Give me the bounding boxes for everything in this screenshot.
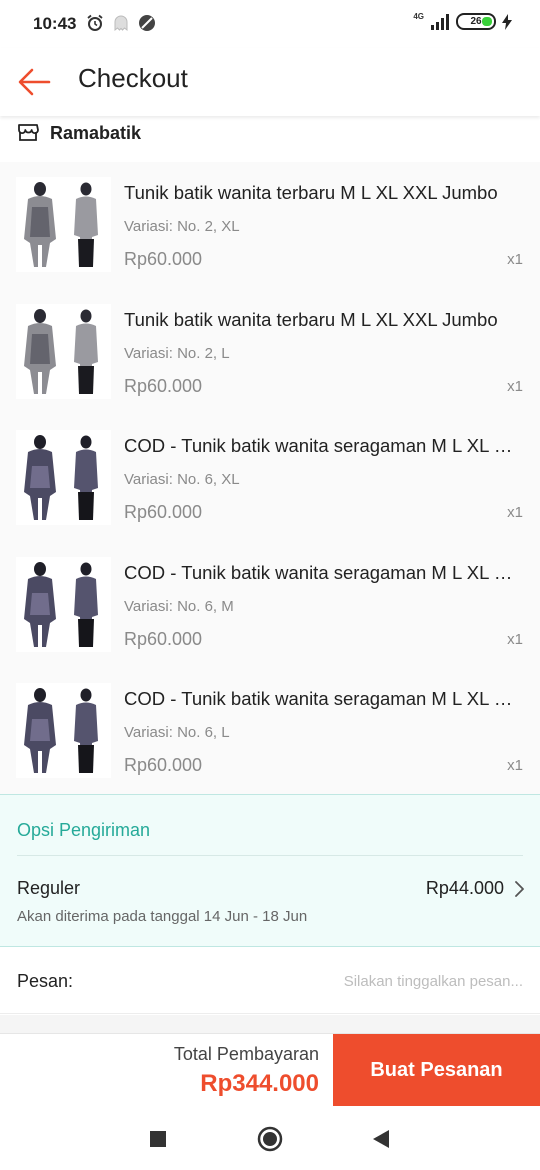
- battery-percent: 26: [470, 16, 482, 27]
- home-button[interactable]: [255, 1124, 285, 1154]
- product-list: Tunik batik wanita terbaru M L XL XXL Ju…: [0, 162, 540, 795]
- arrow-left-icon: [18, 68, 51, 96]
- product-quantity: x1: [507, 377, 523, 395]
- charging-icon: [502, 13, 512, 30]
- product-image: [16, 556, 111, 652]
- circle-icon: [257, 1126, 283, 1152]
- signal-icon: [431, 13, 449, 30]
- app-bar: Checkout: [0, 48, 540, 116]
- status-bar: 10:43 4G 26: [0, 0, 540, 48]
- product-item[interactable]: Tunik batik wanita terbaru M L XL XXL Ju…: [0, 162, 540, 289]
- product-name: COD - Tunik batik wanita seragaman M L X…: [124, 561, 524, 583]
- message-label: Pesan:: [17, 971, 74, 991]
- status-notification-icons: [86, 14, 156, 32]
- shop-name: Ramabatik: [50, 123, 142, 143]
- recents-button[interactable]: [143, 1124, 173, 1154]
- message-row: Pesan:: [0, 948, 540, 1014]
- product-item[interactable]: COD - Tunik batik wanita seragaman M L X…: [0, 542, 540, 669]
- product-name: COD - Tunik batik wanita seragaman M L X…: [124, 688, 524, 709]
- total-label: Total Pembayaran: [173, 1044, 319, 1064]
- place-order-button[interactable]: Buat Pesanan: [333, 1034, 540, 1106]
- nav-back-button[interactable]: [366, 1124, 396, 1154]
- product-price: Rp60.000: [124, 502, 203, 522]
- product-variant: Variasi: No. 6, L: [124, 724, 230, 741]
- shipping-method[interactable]: Reguler: [17, 878, 80, 899]
- product-price: Rp60.000: [124, 628, 203, 649]
- shipping-eta: Akan diterima pada tanggal 14 Jun - 18 J…: [17, 908, 308, 925]
- product-variant: Variasi: No. 2, L: [124, 344, 230, 362]
- total-value: Rp344.000: [200, 1070, 319, 1097]
- product-quantity: x1: [507, 504, 523, 521]
- ghost-icon: [114, 15, 128, 32]
- do-not-disturb-icon: [139, 15, 155, 31]
- system-nav-bar: [0, 1106, 540, 1170]
- divider: [17, 855, 523, 856]
- section-gap: [0, 1015, 540, 1033]
- product-variant: Variasi: No. 6, XL: [124, 471, 240, 488]
- shipping-section: Opsi Pengiriman Reguler Rp44.000 Akan di…: [0, 794, 540, 947]
- shipping-title: Opsi Pengiriman: [17, 820, 151, 840]
- store-icon: [18, 124, 39, 141]
- message-input[interactable]: [263, 968, 523, 994]
- product-item[interactable]: COD - Tunik batik wanita seragaman M L X…: [0, 668, 540, 795]
- product-name: Tunik batik wanita terbaru M L XL XXL Ju…: [124, 308, 498, 330]
- product-quantity: x1: [507, 757, 523, 774]
- product-price: Rp60.000: [124, 249, 203, 269]
- product-name: COD - Tunik batik wanita seragaman M L X…: [124, 435, 524, 456]
- page-title: Checkout: [78, 63, 188, 93]
- checkout-bar: Total Pembayaran Rp344.000 Buat Pesanan: [0, 1033, 540, 1106]
- product-image: [16, 430, 111, 525]
- chevron-right-icon[interactable]: [513, 880, 525, 898]
- shop-header[interactable]: Ramabatik: [0, 116, 540, 160]
- product-image: [16, 683, 111, 778]
- product-name: Tunik batik wanita terbaru M L XL XXL Ju…: [124, 182, 498, 203]
- product-image: [16, 177, 111, 272]
- product-item[interactable]: Tunik batik wanita terbaru M L XL XXL Ju…: [0, 289, 540, 416]
- triangle-back-icon: [373, 1130, 389, 1148]
- status-time: 10:43: [33, 14, 77, 33]
- product-item[interactable]: COD - Tunik batik wanita seragaman M L X…: [0, 415, 540, 542]
- shipping-price[interactable]: Rp44.000: [426, 878, 504, 899]
- back-button[interactable]: [14, 62, 54, 102]
- product-variant: Variasi: No. 2, XL: [124, 218, 240, 235]
- status-system-icons: 4G 26: [413, 11, 512, 30]
- product-image: [16, 303, 111, 399]
- battery-icon: 26: [456, 13, 496, 30]
- product-quantity: x1: [507, 630, 523, 648]
- alarm-icon: [87, 14, 103, 31]
- product-quantity: x1: [507, 251, 523, 268]
- battery-level: [482, 17, 492, 26]
- product-variant: Variasi: No. 6, M: [124, 597, 234, 615]
- square-icon: [150, 1131, 166, 1147]
- product-price: Rp60.000: [124, 375, 203, 396]
- network-type: 4G: [413, 11, 424, 21]
- product-price: Rp60.000: [124, 755, 203, 775]
